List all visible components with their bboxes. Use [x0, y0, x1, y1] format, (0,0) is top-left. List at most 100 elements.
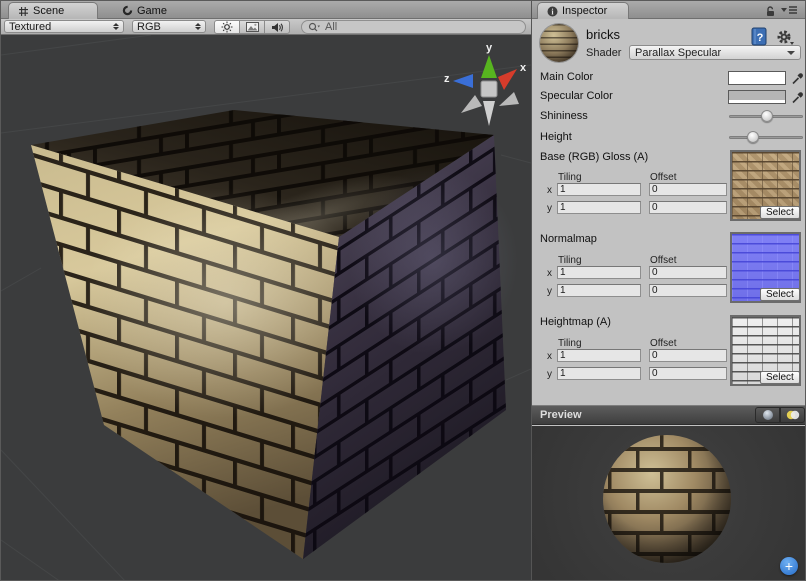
- tiling-header: Tiling: [558, 172, 582, 183]
- sun-icon: [221, 21, 233, 33]
- image-icon: [246, 22, 259, 32]
- y-axis-label: y: [547, 203, 552, 214]
- base-select-button[interactable]: Select: [760, 206, 800, 219]
- offset-header: Offset: [650, 255, 677, 266]
- base-offset-x-input[interactable]: [649, 183, 727, 196]
- color-mode-dropdown[interactable]: RGB: [132, 20, 206, 33]
- color-mode-label: RGB: [137, 21, 191, 33]
- scene-search-input[interactable]: [323, 20, 493, 34]
- scene-lighting-toggle[interactable]: [214, 20, 240, 34]
- y-axis-label: y: [547, 286, 552, 297]
- two-lights-icon: [785, 409, 800, 421]
- draw-mode-label: Textured: [9, 21, 109, 33]
- specular-color-label: Specular Color: [540, 90, 613, 102]
- scene-gizmo: y x z: [444, 42, 527, 126]
- help-icon[interactable]: ?: [751, 27, 768, 46]
- gizmo-front-cone: [483, 101, 495, 126]
- scene-tabstrip: Scene Game: [1, 1, 531, 19]
- normalmap-tiling-x-input[interactable]: [557, 266, 641, 279]
- info-icon: i: [547, 6, 558, 17]
- tab-inspector-label: Inspector: [562, 5, 607, 17]
- base-tiling-x-input[interactable]: [557, 183, 641, 196]
- updown-arrows-icon: [113, 23, 119, 30]
- heightmap-tiling-y-input[interactable]: [557, 367, 641, 380]
- heightmap-select-button[interactable]: Select: [760, 371, 800, 384]
- base-tiling-y-input[interactable]: [557, 201, 641, 214]
- shader-label: Shader: [586, 47, 621, 59]
- preview-sphere-render: [532, 426, 806, 581]
- shininess-label: Shininess: [540, 110, 588, 122]
- tab-game-label: Game: [137, 5, 167, 17]
- normalmap-label: Normalmap: [540, 233, 597, 245]
- scene-grid-icon: [18, 6, 29, 17]
- scene-fx-toggle[interactable]: [239, 20, 265, 34]
- gizmo-y-cone: [481, 55, 497, 78]
- shader-value: Parallax Specular: [635, 47, 721, 59]
- svg-text:?: ?: [757, 32, 764, 44]
- scene-search-field[interactable]: [301, 20, 526, 34]
- heightmap-tiling-x-input[interactable]: [557, 349, 641, 362]
- shader-dropdown[interactable]: Parallax Specular: [629, 45, 801, 60]
- normalmap-offset-y-input[interactable]: [649, 284, 727, 297]
- heightmap-offset-x-input[interactable]: [649, 349, 727, 362]
- base-map-label: Base (RGB) Gloss (A): [540, 151, 648, 163]
- shininess-slider[interactable]: [729, 109, 803, 123]
- heightmap-label: Heightmap (A): [540, 316, 611, 328]
- gizmo-x-label: x: [520, 62, 527, 74]
- offset-header: Offset: [650, 338, 677, 349]
- main-color-swatch[interactable]: [728, 71, 786, 85]
- heightmap-offset-y-input[interactable]: [649, 367, 727, 380]
- x-axis-label: x: [547, 268, 552, 279]
- chevron-down-icon: [787, 51, 795, 55]
- preview-header[interactable]: Preview: [532, 405, 806, 425]
- tab-scene-label: Scene: [33, 5, 64, 17]
- inspector-lock-icon[interactable]: [764, 5, 776, 17]
- speaker-icon: [271, 22, 284, 33]
- x-axis-label: x: [547, 185, 552, 196]
- preview-title: Preview: [540, 409, 582, 421]
- gear-icon[interactable]: [775, 29, 795, 47]
- eyedropper-icon[interactable]: [791, 71, 804, 85]
- height-label: Height: [540, 131, 572, 143]
- preview-body[interactable]: +: [532, 426, 806, 581]
- inspector-panel: i Inspector bricks Shader Parallax Specu…: [531, 1, 806, 581]
- height-slider-knob[interactable]: [747, 131, 759, 143]
- tab-scene[interactable]: Scene: [8, 2, 98, 19]
- gizmo-back-cone: [461, 95, 482, 113]
- gizmo-z-label: z: [444, 73, 450, 85]
- eyedropper-icon[interactable]: [791, 90, 804, 104]
- material-thumbnail-sphere[interactable]: [540, 24, 578, 62]
- preview-add-button[interactable]: +: [780, 557, 798, 575]
- offset-header: Offset: [650, 172, 677, 183]
- main-color-label: Main Color: [540, 71, 593, 83]
- shininess-slider-knob[interactable]: [761, 110, 773, 122]
- normalmap-offset-x-input[interactable]: [649, 266, 727, 279]
- preview-lighting-button[interactable]: [780, 407, 805, 423]
- height-slider[interactable]: [729, 130, 803, 144]
- preview-sphere-mode-button[interactable]: [755, 407, 780, 423]
- scene-3d-render: y x z: [1, 35, 531, 581]
- scene-audio-toggle[interactable]: [264, 20, 290, 34]
- gizmo-back-cone: [499, 92, 519, 106]
- draw-mode-dropdown[interactable]: Textured: [4, 20, 124, 33]
- y-axis-label: y: [547, 369, 552, 380]
- gizmo-center-cube: [481, 81, 497, 97]
- gizmo-y-label: y: [486, 42, 493, 54]
- normalmap-select-button[interactable]: Select: [760, 288, 800, 301]
- tab-game[interactable]: Game: [113, 2, 193, 19]
- gizmo-x-cone: [498, 69, 517, 90]
- x-axis-label: x: [547, 351, 552, 362]
- game-swirl-icon: [122, 5, 133, 16]
- gizmo-z-cone: [453, 74, 473, 88]
- normalmap-tiling-y-input[interactable]: [557, 284, 641, 297]
- scene-toolbar: Textured RGB: [1, 19, 531, 35]
- material-name: bricks: [586, 27, 620, 42]
- base-offset-y-input[interactable]: [649, 201, 727, 214]
- search-icon: [308, 22, 321, 33]
- scene-viewport[interactable]: y x z: [1, 35, 531, 581]
- specular-color-swatch[interactable]: [728, 90, 786, 104]
- inspector-panel-menu-icon[interactable]: [780, 5, 798, 15]
- tab-inspector[interactable]: i Inspector: [537, 2, 629, 19]
- sphere-icon: [762, 409, 774, 421]
- brick-cube: [31, 110, 518, 559]
